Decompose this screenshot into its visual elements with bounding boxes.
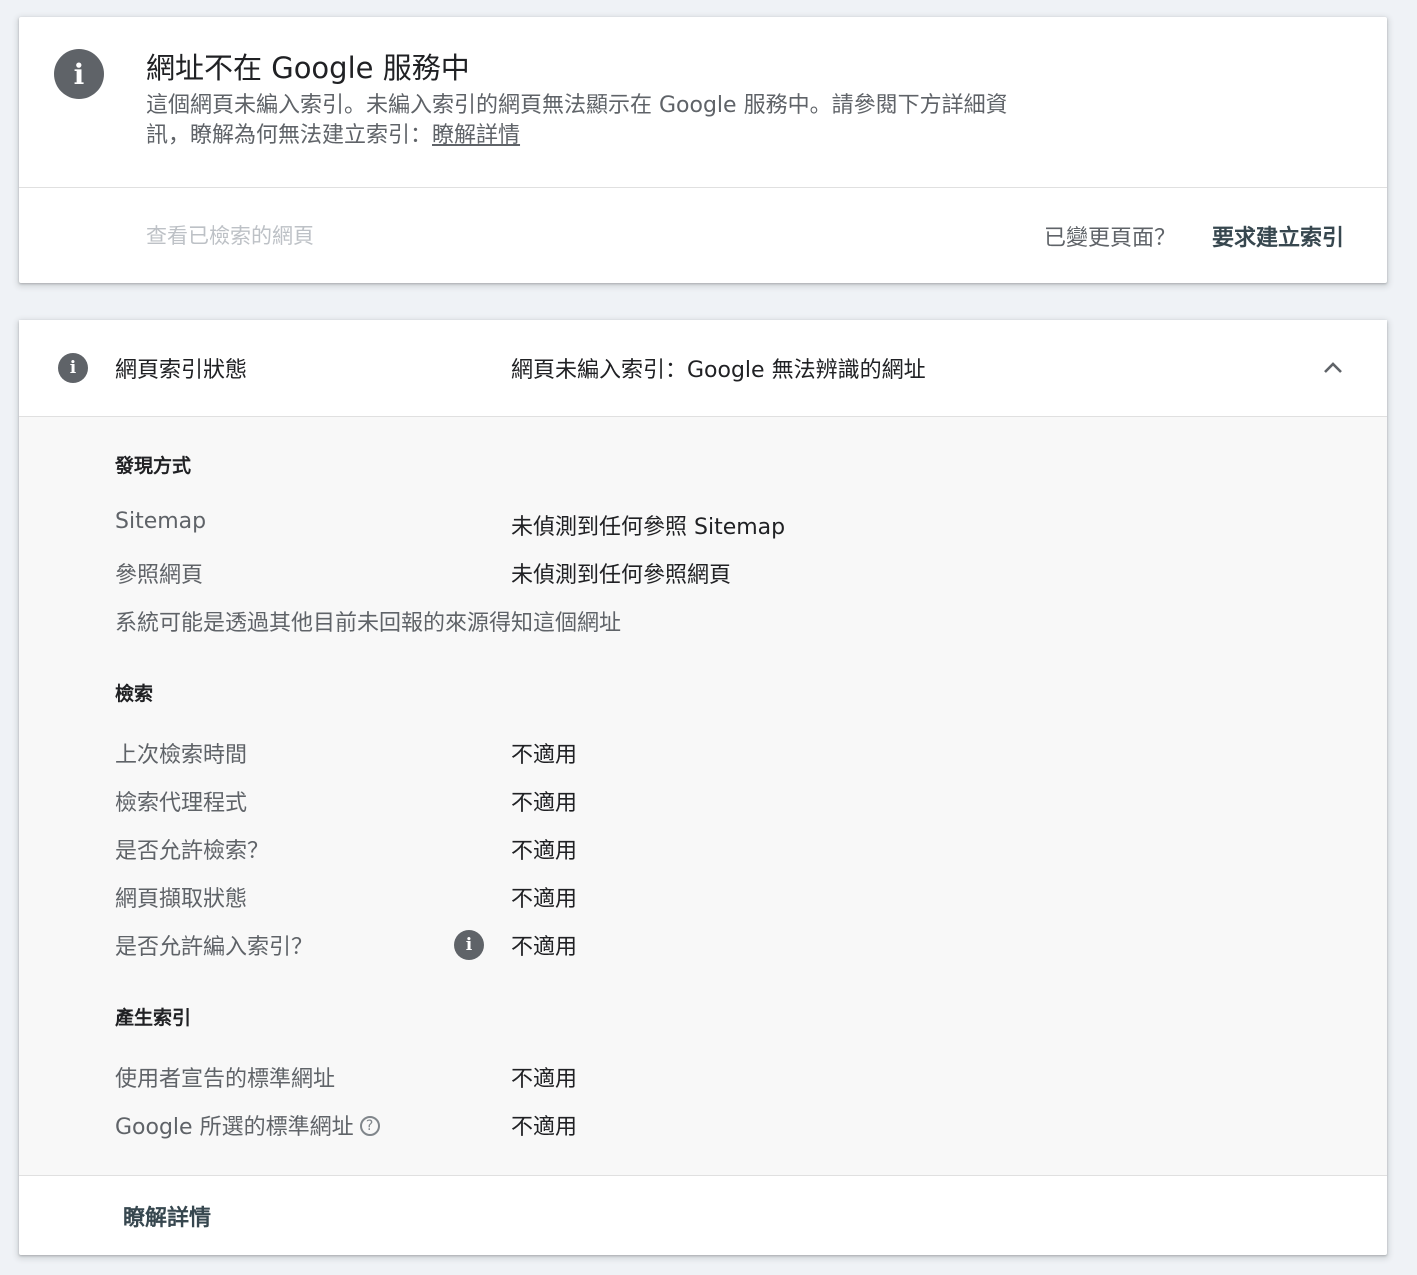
info-icon[interactable]: i [454, 930, 484, 960]
row-label-google-canonical: Google 所選的標準網址? [115, 1109, 380, 1141]
row-value-google-canonical: 不適用 [511, 1115, 578, 1140]
view-crawled-page-button[interactable]: 查看已檢索的網頁 [146, 220, 314, 250]
row-value-sitemap: 未偵測到任何參照 Sitemap [511, 515, 786, 540]
row-label-google-canonical-text: Google 所選的標準網址 [115, 1115, 354, 1140]
row-value-page-fetch: 不適用 [511, 887, 578, 912]
row-label-sitemap: Sitemap [115, 509, 207, 534]
chevron-up-icon[interactable] [1316, 350, 1350, 384]
row-label-indexing-allowed: 是否允許編入索引？ [115, 935, 314, 960]
row-value-user-canonical: 不適用 [511, 1067, 578, 1092]
status-title: 網址不在 Google 服務中 [146, 51, 470, 85]
request-indexing-button[interactable]: 要求建立索引 [1212, 220, 1344, 252]
section-title-discovery: 發現方式 [115, 455, 192, 477]
section-title-crawl: 檢索 [115, 683, 154, 705]
row-value-last-crawl: 不適用 [511, 743, 578, 768]
changed-page-question: 已變更頁面？ [1044, 226, 1177, 251]
row-label-last-crawl: 上次檢索時間 [115, 743, 248, 768]
discovery-note: 系統可能是透過其他目前未回報的來源得知這個網址 [115, 611, 622, 636]
divider [19, 1175, 1387, 1176]
page-indexing-header[interactable]: i 網頁索引狀態 網頁未編入索引：Google 無法辨識的網址 [19, 320, 1387, 416]
row-label-referring-page: 參照網頁 [115, 563, 204, 588]
status-description-text: 這個網頁未編入索引。未編入索引的網頁無法顯示在 Google 服務中。請參閱下方… [146, 93, 1008, 148]
learn-more-link[interactable]: 瞭解詳情 [432, 123, 520, 148]
status-description: 這個網頁未編入索引。未編入索引的網頁無法顯示在 Google 服務中。請參閱下方… [146, 91, 1026, 151]
info-icon: i [54, 49, 104, 99]
row-label-user-canonical: 使用者宣告的標準網址 [115, 1067, 336, 1092]
section-title-indexing: 產生索引 [115, 1007, 192, 1029]
row-value-crawl-allowed: 不適用 [511, 839, 578, 864]
page-indexing-card: i 網頁索引狀態 網頁未編入索引：Google 無法辨識的網址 發現方式 Sit… [19, 320, 1387, 1255]
row-value-indexing-allowed: 不適用 [511, 935, 578, 960]
row-label-crawled-as: 檢索代理程式 [115, 791, 248, 816]
learn-more-button[interactable]: 瞭解詳情 [123, 1200, 211, 1232]
info-icon: i [58, 353, 88, 383]
row-value-referring-page: 未偵測到任何參照網頁 [511, 563, 732, 588]
divider [19, 187, 1387, 188]
help-icon[interactable]: ? [359, 1116, 380, 1136]
page-indexing-label: 網頁索引狀態 [115, 358, 248, 383]
url-status-card: i 網址不在 Google 服務中 這個網頁未編入索引。未編入索引的網頁無法顯示… [19, 17, 1387, 283]
row-label-crawl-allowed: 是否允許檢索？ [115, 839, 270, 864]
details-panel: 發現方式 Sitemap 未偵測到任何參照 Sitemap 參照網頁 未偵測到任… [19, 417, 1387, 1175]
row-label-page-fetch: 網頁擷取狀態 [115, 887, 248, 912]
row-value-crawled-as: 不適用 [511, 791, 578, 816]
page-indexing-status: 網頁未編入索引：Google 無法辨識的網址 [511, 358, 926, 383]
